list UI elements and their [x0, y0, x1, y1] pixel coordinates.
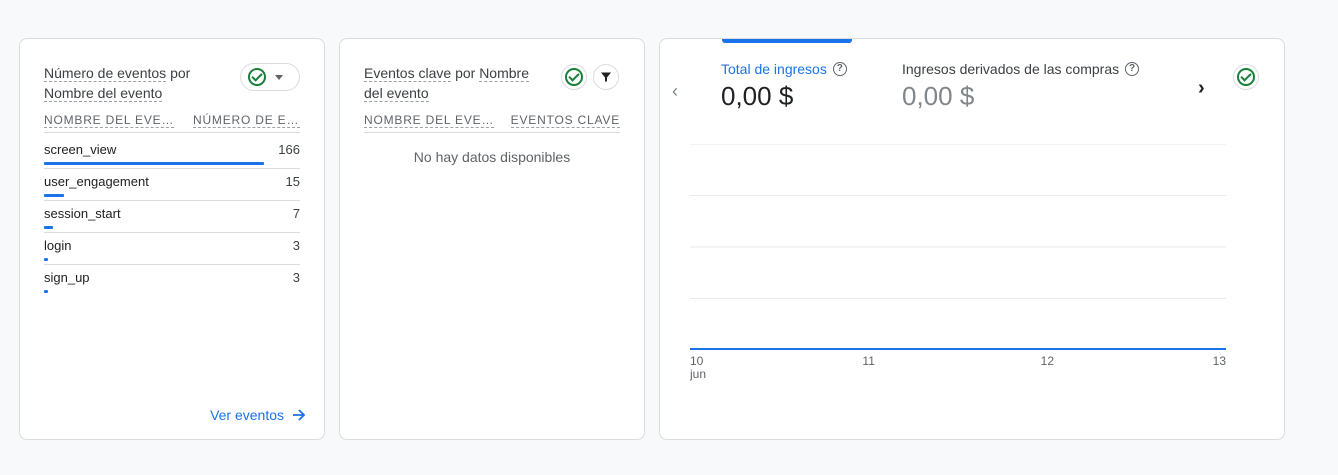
- metric-title[interactable]: Eventos clave: [364, 65, 452, 82]
- chevron-right-icon[interactable]: ›: [1198, 77, 1205, 100]
- event-count-bar: [44, 226, 54, 229]
- check-circle-icon: [565, 68, 583, 86]
- filter-icon: [601, 72, 611, 82]
- metric-label: Ingresos derivados de las compras: [902, 61, 1120, 77]
- bar-track: [44, 226, 264, 229]
- metric-tab-purchase-revenue[interactable]: Ingresos derivados de las compras ? 0,00…: [902, 61, 1140, 112]
- bar-track: [44, 162, 264, 165]
- empty-state-message: No hay datos disponibles: [413, 149, 571, 165]
- metric-title[interactable]: Número de eventos: [44, 65, 167, 82]
- events-card-title: Número de eventos por Nombre del evento: [44, 63, 224, 103]
- event-name: sign_up: [44, 270, 90, 285]
- event-count-bar: [44, 290, 48, 293]
- metric-tab-total-revenue[interactable]: Total de ingresos ? 0,00 $: [721, 61, 847, 112]
- column-header-event-count[interactable]: NÚMERO DE EVENTOS: [193, 113, 300, 128]
- x-tick-label: 10: [690, 354, 704, 368]
- column-header-event-name[interactable]: NOMBRE DEL EVENTO: [44, 113, 174, 128]
- dimension-title[interactable]: Nombre del evento: [44, 85, 163, 102]
- table-header: NOMBRE DEL EVENTO NÚMERO DE EVENTOS: [44, 109, 300, 133]
- column-header-key-events[interactable]: EVENTOS CLAVE: [510, 113, 620, 128]
- metric-value: 0,00 $: [721, 81, 794, 111]
- x-tick-sublabel: jun: [690, 367, 706, 381]
- x-tick-label: 12: [1041, 354, 1055, 368]
- bar-track: [44, 258, 264, 261]
- x-tick-label: 13: [1213, 354, 1226, 368]
- table-row[interactable]: screen_view 166: [44, 137, 300, 169]
- check-circle-icon: [1237, 68, 1255, 86]
- table-row[interactable]: user_engagement 15: [44, 169, 300, 201]
- table-row[interactable]: session_start 7: [44, 201, 300, 233]
- table-header: NOMBRE DEL EVENTO EVENTOS CLAVE: [364, 109, 620, 133]
- active-tab-indicator: [722, 39, 852, 43]
- events-card: Número de eventos por Nombre del evento …: [19, 38, 325, 440]
- chevron-down-icon: [275, 74, 283, 80]
- key-events-card-title: Eventos clave por Nombre del evento: [364, 63, 544, 103]
- help-icon[interactable]: ?: [832, 62, 847, 76]
- event-count: 15: [285, 174, 300, 189]
- bar-track: [44, 290, 264, 293]
- status-dropdown[interactable]: [240, 63, 300, 91]
- bar-track: [44, 194, 264, 197]
- event-count: 166: [278, 142, 300, 157]
- event-count-bar: [44, 162, 264, 165]
- table-row[interactable]: login 3: [44, 233, 300, 265]
- filter-button[interactable]: [593, 64, 619, 90]
- event-count-bar: [44, 194, 64, 197]
- revenue-card: ‹ Total de ingresos ? 0,00 $ Ingresos de…: [659, 38, 1285, 440]
- revenue-chart: 10 11 12 13 jun: [689, 143, 1226, 384]
- status-button[interactable]: [561, 64, 587, 90]
- status-button[interactable]: [1233, 64, 1259, 90]
- table-row[interactable]: sign_up 3: [44, 265, 300, 297]
- event-name: session_start: [44, 206, 121, 221]
- column-header-event-name[interactable]: NOMBRE DEL EVENTO: [364, 113, 494, 128]
- x-tick-label: 11: [862, 354, 875, 368]
- event-count: 3: [292, 238, 300, 253]
- arrow-right-icon: [293, 409, 306, 421]
- event-count: 7: [292, 206, 300, 221]
- view-events-link[interactable]: Ver eventos: [210, 407, 306, 423]
- metric-value: 0,00 $: [902, 81, 975, 111]
- chevron-left-icon[interactable]: ‹: [672, 81, 678, 102]
- title-connector: por: [455, 65, 476, 81]
- check-circle-icon: [248, 68, 266, 86]
- revenue-chart-svg: 10 11 12 13 jun: [689, 143, 1226, 381]
- help-icon[interactable]: ?: [1125, 62, 1140, 76]
- title-connector: por: [170, 65, 191, 81]
- event-count-bar: [44, 258, 48, 261]
- key-events-card: Eventos clave por Nombre del evento NOMB…: [339, 38, 645, 440]
- event-name: login: [44, 238, 72, 253]
- metric-label: Total de ingresos: [721, 61, 827, 77]
- event-name: user_engagement: [44, 174, 149, 189]
- event-count: 3: [292, 270, 300, 285]
- view-events-label: Ver eventos: [210, 407, 284, 423]
- event-name: screen_view: [44, 142, 117, 157]
